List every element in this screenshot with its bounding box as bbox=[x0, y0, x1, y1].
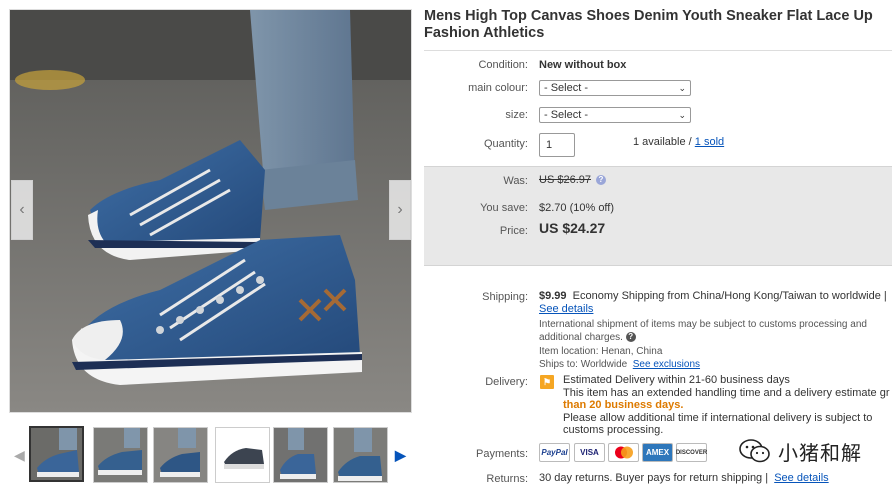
shipping-details-link[interactable]: See details bbox=[539, 303, 593, 315]
sold-link[interactable]: 1 sold bbox=[695, 136, 724, 148]
colour-label: main colour: bbox=[468, 82, 528, 94]
was-price-value: US $26.97 bbox=[539, 174, 591, 186]
discover-badge: DISCOVER bbox=[676, 443, 707, 462]
shipping-label: Shipping: bbox=[482, 291, 528, 303]
watermark: 小猪和解 bbox=[738, 435, 888, 467]
shipping-line: $9.99 Economy Shipping from China/Hong K… bbox=[539, 290, 892, 303]
condition-label: Condition: bbox=[478, 59, 528, 71]
size-label: size: bbox=[505, 109, 528, 121]
price-label: Price: bbox=[499, 225, 528, 237]
size-select-value: - Select - bbox=[544, 109, 589, 121]
returns-text: 30 day returns. Buyer pays for return sh… bbox=[539, 472, 769, 484]
thumbnail-strip: ◀ ▶ bbox=[9, 425, 409, 487]
chevron-down-icon: ⌄ bbox=[678, 110, 686, 120]
paypal-badge: PayPal bbox=[539, 443, 570, 462]
colour-select-value: - Select - bbox=[544, 82, 589, 94]
exclusions-link[interactable]: See exclusions bbox=[633, 359, 700, 370]
was-price: US $26.97 bbox=[539, 174, 591, 186]
delivery-label: Delivery: bbox=[485, 376, 528, 388]
payments-label: Payments: bbox=[476, 448, 528, 460]
handling-text: This item has an extended handling time … bbox=[563, 386, 890, 399]
question-icon[interactable]: ? bbox=[625, 332, 636, 343]
gallery-prev-button[interactable]: ‹ bbox=[11, 180, 33, 240]
listing-title: Mens High Top Canvas Shoes Denim Youth S… bbox=[424, 8, 873, 41]
customs-note-text: International shipment of items may be s… bbox=[539, 319, 867, 343]
shipping-method: Economy Shipping from China/Hong Kong/Ta… bbox=[572, 290, 887, 302]
thumbs-next-icon[interactable]: ▶ bbox=[395, 447, 406, 464]
returns-details-link[interactable]: See details bbox=[774, 472, 828, 484]
delivery-estimate: Estimated Delivery within 21-60 business… bbox=[563, 374, 790, 386]
watermark-text: 小猪和解 bbox=[778, 440, 862, 465]
colour-select[interactable]: - Select - ⌄ bbox=[539, 80, 691, 96]
save-value: $2.70 (10% off) bbox=[539, 202, 615, 214]
wechat-icon bbox=[739, 439, 770, 463]
quantity-input[interactable]: 1 bbox=[539, 133, 575, 157]
quantity-label: Quantity: bbox=[483, 138, 528, 150]
handling-line-1: This item has an extended handling time … bbox=[563, 387, 892, 400]
main-product-image[interactable] bbox=[9, 9, 412, 413]
visa-badge: VISA bbox=[574, 443, 605, 462]
chevron-left-icon: ‹ bbox=[19, 201, 25, 218]
ships-to-text: Ships to: Worldwide bbox=[539, 359, 628, 370]
save-label: You save: bbox=[480, 202, 528, 214]
sneaker-photo bbox=[10, 10, 411, 412]
thumbnail-1[interactable] bbox=[29, 426, 84, 482]
thumbnail-5[interactable] bbox=[273, 427, 328, 483]
available-text: 1 available / bbox=[633, 136, 692, 148]
thumbnail-4[interactable] bbox=[215, 427, 270, 483]
chevron-right-icon: › bbox=[397, 201, 403, 218]
price-value: US $24.27 bbox=[539, 220, 606, 236]
flag-icon: ⚑ bbox=[540, 375, 554, 389]
item-location: Item location: Henan, China bbox=[539, 346, 663, 357]
customs-note: International shipment of items may be s… bbox=[539, 318, 892, 344]
thumbnail-2[interactable] bbox=[93, 427, 148, 483]
was-label: Was: bbox=[503, 175, 528, 187]
ships-to: Ships to: Worldwide See exclusions bbox=[539, 358, 892, 371]
handling-highlight: than 20 business days. bbox=[563, 399, 684, 411]
amex-badge: AMEX bbox=[642, 443, 673, 462]
mastercard-badge bbox=[608, 443, 639, 462]
size-select[interactable]: - Select - ⌄ bbox=[539, 107, 691, 123]
thumbnail-6[interactable] bbox=[333, 427, 388, 483]
returns-info: 30 day returns. Buyer pays for return sh… bbox=[539, 472, 829, 484]
returns-label: Returns: bbox=[486, 473, 528, 485]
availability: 1 available / 1 sold bbox=[633, 136, 724, 148]
mastercard-logo bbox=[614, 446, 633, 459]
shipping-cost: $9.99 bbox=[539, 290, 567, 302]
thumbnail-3[interactable] bbox=[153, 427, 208, 483]
info-icon[interactable]: ? bbox=[596, 175, 606, 185]
delivery-info: Estimated Delivery within 21-60 business… bbox=[563, 374, 892, 437]
delivery-allow: Please allow additional time if internat… bbox=[563, 411, 873, 437]
shipping-info: $9.99 Economy Shipping from China/Hong K… bbox=[539, 290, 892, 371]
thumbs-prev-icon[interactable]: ◀ bbox=[14, 447, 25, 464]
title-divider bbox=[424, 50, 892, 51]
chevron-down-icon: ⌄ bbox=[678, 83, 686, 93]
condition-value: New without box bbox=[539, 59, 627, 71]
